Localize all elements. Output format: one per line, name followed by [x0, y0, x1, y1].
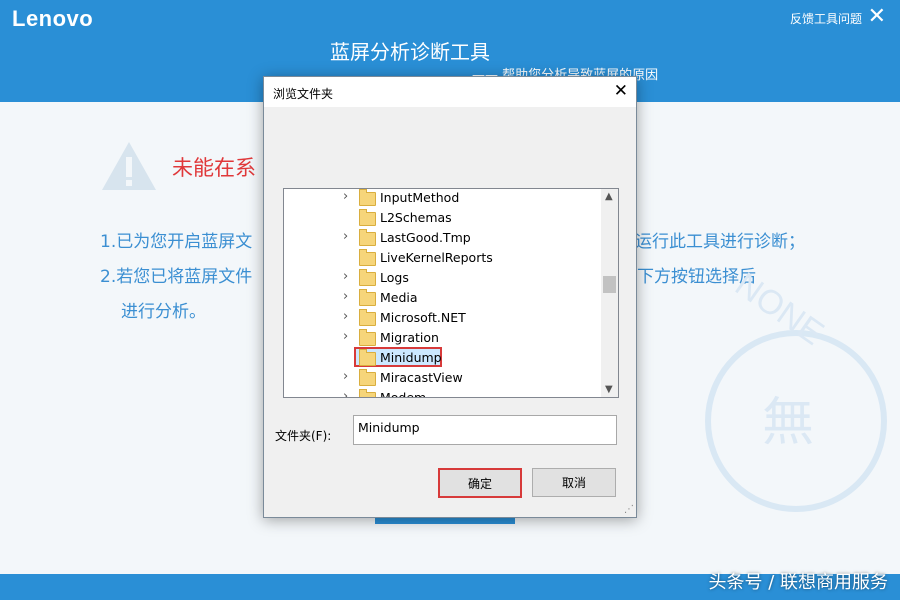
folder-icon — [359, 209, 376, 226]
tree-item[interactable]: › MiracastView — [284, 368, 600, 388]
chevron-right-icon[interactable]: › — [343, 269, 348, 284]
browse-folder-dialog: 浏览文件夹 ✕ › InputMethod L2Schemas › LastGood.T… — [263, 76, 637, 518]
folder-input[interactable]: Minidump — [353, 415, 617, 445]
dialog-close-icon[interactable]: ✕ — [614, 81, 628, 101]
folder-label: 文件夹(F): — [275, 429, 332, 443]
instruction-line-1-tail: 运行此工具进行诊断； — [635, 232, 805, 252]
chevron-right-icon[interactable]: › — [343, 289, 348, 304]
chevron-right-icon[interactable]: › — [343, 369, 348, 384]
cancel-button[interactable]: 取消 — [532, 468, 616, 497]
tree-item-label: Logs — [380, 270, 409, 285]
tree-item-label: Microsoft.NET — [380, 310, 466, 325]
warning-icon — [102, 142, 156, 190]
chevron-right-icon[interactable]: › — [343, 229, 348, 244]
tree-item-label: MiracastView — [380, 370, 463, 385]
error-message: 未能在系 — [172, 156, 256, 180]
tree-item-label: Minidump — [380, 350, 442, 365]
instruction-line-2: 2.若您已将蓝屏文件 — [100, 267, 253, 287]
folder-icon — [359, 189, 376, 206]
dialog-title: 浏览文件夹 — [273, 87, 334, 101]
tree-item[interactable]: › LastGood.Tmp — [284, 228, 600, 248]
folder-icon — [359, 289, 376, 306]
scroll-thumb[interactable] — [603, 276, 616, 293]
scroll-up-icon[interactable]: ▲ — [605, 191, 613, 202]
tree-item[interactable]: › Logs — [284, 268, 600, 288]
tree-item-label: Migration — [380, 330, 439, 345]
tree-item-label: Modem... — [380, 390, 439, 398]
watermark-glyph: 無 — [762, 393, 815, 453]
chevron-right-icon[interactable]: › — [343, 389, 348, 397]
app-title: 蓝屏分析诊断工具 — [330, 40, 490, 64]
tree-item-label: Media — [380, 290, 418, 305]
dialog-titlebar: 浏览文件夹 ✕ — [264, 77, 636, 107]
feedback-link[interactable]: 反馈工具问题 — [790, 10, 862, 27]
app-close-icon[interactable]: ✕ — [868, 4, 886, 29]
tree-item[interactable]: › Migration — [284, 328, 600, 348]
tree-item-label: InputMethod — [380, 190, 460, 205]
tree-item[interactable]: › Modem... — [284, 388, 600, 398]
lenovo-logo: Lenovo — [12, 6, 94, 31]
tree-item-label: LiveKernelReports — [380, 250, 493, 265]
tree-item-label: L2Schemas — [380, 210, 452, 225]
folder-icon — [359, 389, 376, 397]
watermark-caption: 头条号 / 联想商用服务 — [708, 572, 888, 593]
folder-icon — [359, 309, 376, 326]
chevron-right-icon[interactable]: › — [343, 189, 348, 204]
tree-item[interactable]: › Microsoft.NET — [284, 308, 600, 328]
tree-item[interactable]: LiveKernelReports — [284, 248, 600, 268]
folder-icon — [359, 249, 376, 266]
scroll-down-icon[interactable]: ▼ — [605, 384, 613, 395]
resize-grip-icon[interactable]: ⋰ — [624, 504, 634, 515]
chevron-right-icon[interactable]: › — [343, 329, 348, 344]
ok-button[interactable]: 确定 — [438, 468, 522, 498]
tree-item[interactable]: › Media — [284, 288, 600, 308]
tree-item[interactable]: Minidump — [284, 347, 600, 368]
tree-item-label: LastGood.Tmp — [380, 230, 471, 245]
tree-scrollbar[interactable]: ▲ ▼ — [601, 189, 618, 397]
instruction-line-1: 1.已为您开启蓝屏文 — [100, 232, 253, 252]
folder-tree[interactable]: › InputMethod L2Schemas › LastGood.Tmp LiveKe… — [283, 188, 619, 398]
folder-icon — [359, 349, 376, 366]
folder-icon — [359, 329, 376, 346]
tree-item[interactable]: › InputMethod — [284, 189, 600, 208]
folder-icon — [359, 269, 376, 286]
folder-icon — [359, 369, 376, 386]
instruction-line-2-tail: 击下方按钮选择后 — [620, 267, 756, 287]
tree-item[interactable]: L2Schemas — [284, 208, 600, 228]
folder-icon — [359, 229, 376, 246]
instruction-line-3: 进行分析。 — [121, 302, 206, 322]
chevron-right-icon[interactable]: › — [343, 309, 348, 324]
